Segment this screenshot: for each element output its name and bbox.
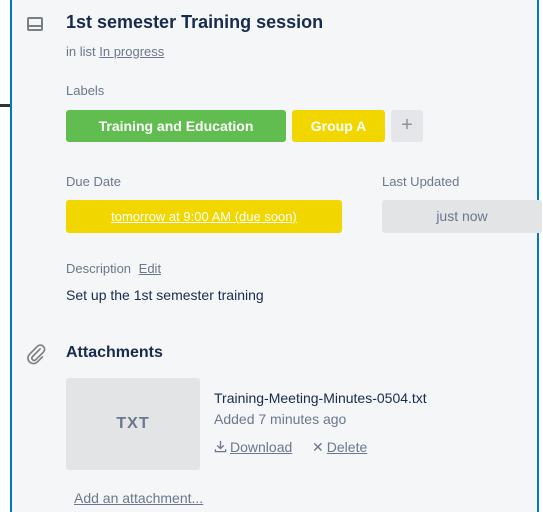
card-icon bbox=[27, 17, 43, 31]
attachments-heading: Attachments bbox=[66, 344, 163, 361]
in-list-text: in list In progress bbox=[66, 44, 164, 59]
in-list-prefix: in list bbox=[66, 44, 96, 59]
due-date-value: tomorrow at 9:00 AM (due soon) bbox=[111, 209, 297, 224]
description-edit-link[interactable]: Edit bbox=[139, 261, 161, 276]
description-header: Description Edit bbox=[66, 261, 161, 276]
attachment-file-name: Training-Meeting-Minutes-0504.txt bbox=[214, 390, 427, 406]
download-label: Download bbox=[230, 439, 293, 455]
due-date-button[interactable]: tomorrow at 9:00 AM (due soon) bbox=[66, 200, 342, 233]
card-detail-panel: 1st semester Training session in list In… bbox=[10, 0, 542, 512]
labels-heading: Labels bbox=[66, 83, 105, 98]
last-updated-value: just now bbox=[382, 200, 542, 233]
paperclip-icon bbox=[27, 344, 46, 365]
download-link[interactable]: Download bbox=[214, 439, 296, 455]
attachment-actions: Download ✕ Delete bbox=[214, 439, 367, 456]
add-label-button[interactable]: + bbox=[391, 110, 423, 142]
attachment-thumbnail[interactable]: TXT bbox=[66, 378, 200, 470]
attachment-added-time: Added 7 minutes ago bbox=[214, 411, 347, 427]
last-updated-heading: Last Updated bbox=[382, 174, 460, 189]
description-text[interactable]: Set up the 1st semester training bbox=[66, 287, 264, 303]
delete-label: Delete bbox=[326, 439, 368, 455]
label-group-a[interactable]: Group A bbox=[292, 110, 385, 142]
download-icon bbox=[214, 440, 227, 453]
add-attachment-link[interactable]: Add an attachment... bbox=[74, 490, 203, 506]
description-heading: Description bbox=[66, 261, 132, 276]
background-divider bbox=[0, 104, 10, 107]
card-title[interactable]: 1st semester Training session bbox=[66, 12, 323, 33]
due-date-heading: Due Date bbox=[66, 174, 121, 189]
delete-link[interactable]: ✕ Delete bbox=[312, 439, 367, 455]
list-name-link[interactable]: In progress bbox=[99, 44, 164, 59]
label-training-education[interactable]: Training and Education bbox=[66, 110, 286, 142]
close-icon: ✕ bbox=[312, 439, 324, 455]
